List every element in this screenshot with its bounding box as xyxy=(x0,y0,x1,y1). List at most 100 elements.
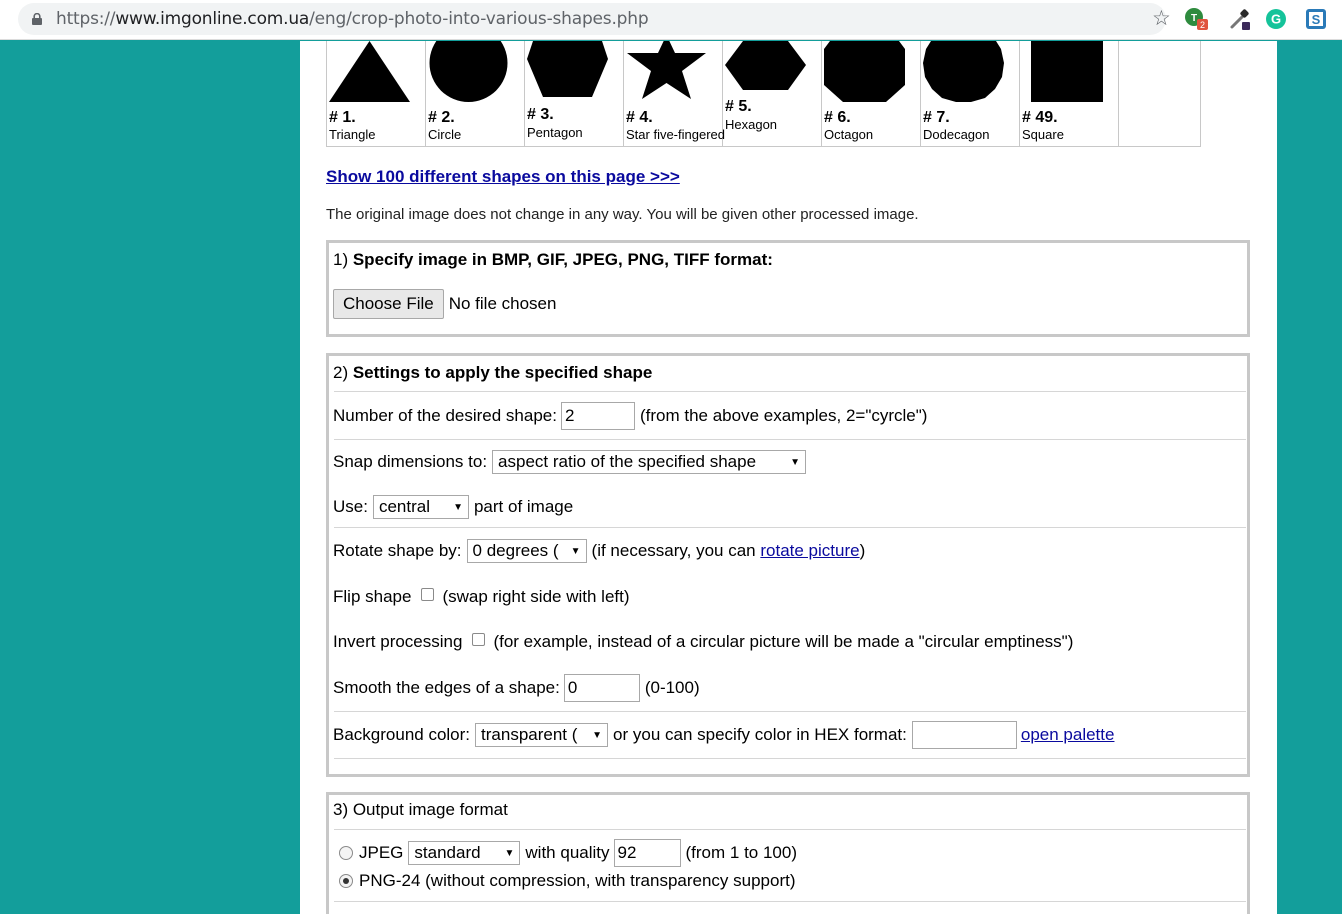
use-label: Use: xyxy=(333,497,368,516)
file-input-row: Choose File No file chosen xyxy=(333,289,556,319)
section-shape-settings: 2) Settings to apply the specified shape… xyxy=(326,353,1250,777)
address-url[interactable]: https://www.imgonline.com.ua/eng/crop-ph… xyxy=(56,9,649,29)
star-shape-icon xyxy=(627,41,706,99)
jpeg-mode-select[interactable]: standard ▼ xyxy=(408,841,521,865)
extension-badge-count: 2 xyxy=(1200,20,1205,30)
snap-dimensions-label: Snap dimensions to: xyxy=(333,452,488,471)
extension-green-icon[interactable]: T 2 xyxy=(1184,7,1208,31)
smooth-edges-input[interactable]: 0 xyxy=(563,674,640,702)
hex-color-input[interactable] xyxy=(911,721,1017,749)
invert-processing-row: Invert processing (for example, instead … xyxy=(333,627,1073,657)
dropdown-caret-icon: ▼ xyxy=(790,456,801,468)
section2-number: 2) xyxy=(333,363,353,382)
dropdown-caret-icon: ▼ xyxy=(453,501,463,513)
bookmark-star-icon[interactable]: ☆ xyxy=(1152,8,1171,30)
png-option-row: PNG-24 (without compression, with transp… xyxy=(339,866,796,896)
shape-cell-triangle[interactable]: # 1. Triangle xyxy=(326,41,426,147)
use-part-select[interactable]: central ▼ xyxy=(372,495,469,519)
divider xyxy=(334,439,1246,440)
circle-shape-icon xyxy=(429,41,508,102)
pentagon-shape-icon xyxy=(527,41,608,97)
triangle-shape-icon xyxy=(329,41,410,102)
snap-dimensions-row: Snap dimensions to: aspect ratio of the … xyxy=(333,447,807,477)
jpeg-option-row: JPEG standard ▼ with quality 92 (from 1 … xyxy=(339,838,797,868)
choose-file-button[interactable]: Choose File xyxy=(333,289,444,319)
shape-number: # 2. xyxy=(428,109,455,126)
dodecagon-shape-icon xyxy=(923,41,1004,102)
dropdown-caret-icon: ▼ xyxy=(570,545,581,557)
lock-icon xyxy=(32,13,42,25)
shape-cell-hexagon[interactable]: # 5. Hexagon xyxy=(722,41,822,147)
section1-title: Specify image in BMP, GIF, JPEG, PNG, TI… xyxy=(352,250,773,269)
divider xyxy=(334,901,1246,902)
rotate-shape-row: Rotate shape by: 0 degrees ( ▼ (if neces… xyxy=(333,536,865,566)
shape-examples-table: # 1. Triangle # 2. Circle # 3. Pentagon … xyxy=(326,41,1201,147)
eyedropper-extension-icon[interactable] xyxy=(1228,7,1252,31)
divider xyxy=(334,527,1246,528)
shape-number-row: Number of the desired shape: 2 (from the… xyxy=(333,401,927,431)
shape-number-input[interactable]: 2 xyxy=(560,402,635,430)
section2-heading: 2) Settings to apply the specified shape xyxy=(333,358,652,388)
divider xyxy=(334,758,1246,759)
grammarly-icon[interactable]: G xyxy=(1264,7,1288,31)
snap-dimensions-value: aspect ratio of the specified shape xyxy=(498,452,757,471)
background-color-select[interactable]: transparent ( ▼ xyxy=(475,723,609,747)
square-shape-icon xyxy=(1031,41,1103,102)
section1-number: 1) xyxy=(333,250,353,269)
smooth-edges-label: Smooth the edges of a shape: xyxy=(333,678,560,697)
svg-text:T: T xyxy=(1191,13,1197,24)
shape-name: Hexagon xyxy=(725,117,778,132)
invert-processing-label: Invert processing xyxy=(333,632,463,651)
use-part-suffix: part of image xyxy=(473,497,574,516)
open-palette-link[interactable]: open palette xyxy=(1021,725,1115,745)
divider xyxy=(334,391,1246,392)
flip-shape-label: Flip shape xyxy=(333,587,412,606)
hex-color-hint: or you can specify color in HEX format: xyxy=(613,725,907,744)
shape-cell-circle[interactable]: # 2. Circle xyxy=(425,41,525,147)
address-bar[interactable]: https://www.imgonline.com.ua/eng/crop-ph… xyxy=(18,3,1171,35)
snap-dimensions-select[interactable]: aspect ratio of the specified shape ▼ xyxy=(492,450,807,474)
use-part-row: Use: central ▼ part of image xyxy=(333,492,573,522)
section-output-format: 3) Output image format JPEG standard ▼ w… xyxy=(326,792,1250,914)
shape-number-label: Number of the desired shape: xyxy=(333,406,557,425)
flip-shape-checkbox[interactable] xyxy=(421,587,435,601)
divider xyxy=(334,829,1246,830)
shape-name: Star five-fingered xyxy=(626,127,725,142)
shape-number: # 7. xyxy=(923,109,950,126)
show-100-shapes-link[interactable]: Show 100 different shapes on this page >… xyxy=(326,167,680,187)
shape-number: # 4. xyxy=(626,109,653,126)
shape-cell-square[interactable]: # 49. Square xyxy=(1019,41,1119,147)
shape-cell-empty xyxy=(1118,41,1201,147)
flip-shape-row: Flip shape (swap right side with left) xyxy=(333,582,630,612)
rotate-shape-value: 0 degrees ( xyxy=(472,541,559,560)
url-path: /eng/crop-photo-into-various-shapes.php xyxy=(309,9,649,29)
page-content-area: # 1. Triangle # 2. Circle # 3. Pentagon … xyxy=(300,41,1277,914)
quality-hint: (from 1 to 100) xyxy=(685,843,798,862)
url-prefix: https:// xyxy=(56,9,116,29)
rotate-shape-label: Rotate shape by: xyxy=(333,541,462,560)
invert-processing-hint: (for example, instead of a circular pict… xyxy=(493,632,1074,651)
shape-cell-octagon[interactable]: # 6. Octagon xyxy=(821,41,921,147)
rotate-shape-select[interactable]: 0 degrees ( ▼ xyxy=(466,539,587,563)
shape-name: Pentagon xyxy=(527,125,583,140)
jpeg-radio[interactable] xyxy=(339,846,353,860)
shape-cell-star[interactable]: # 4. Star five-fingered xyxy=(623,41,725,147)
s-extension-icon[interactable]: S xyxy=(1304,7,1328,31)
section-upload-image: 1) Specify image in BMP, GIF, JPEG, PNG,… xyxy=(326,240,1250,337)
quality-input[interactable]: 92 xyxy=(613,839,681,867)
browser-toolbar: https://www.imgonline.com.ua/eng/crop-ph… xyxy=(0,0,1342,40)
shape-cell-dodecagon[interactable]: # 7. Dodecagon xyxy=(920,41,1020,147)
shape-number: # 5. xyxy=(725,98,752,115)
invert-processing-checkbox[interactable] xyxy=(472,632,486,646)
shape-name: Dodecagon xyxy=(923,127,990,142)
url-host: www.imgonline.com.ua xyxy=(115,9,310,29)
shape-number: # 3. xyxy=(527,106,554,123)
smooth-edges-hint: (0-100) xyxy=(644,678,700,697)
rotate-picture-link[interactable]: rotate picture xyxy=(760,541,859,561)
section1-heading: 1) Specify image in BMP, GIF, JPEG, PNG,… xyxy=(333,245,773,275)
rotate-hint-post: ) xyxy=(859,541,866,560)
original-image-notice: The original image does not change in an… xyxy=(326,206,919,223)
shape-cell-pentagon[interactable]: # 3. Pentagon xyxy=(524,41,624,147)
dropdown-caret-icon: ▼ xyxy=(592,729,603,741)
png-radio[interactable] xyxy=(339,874,353,888)
